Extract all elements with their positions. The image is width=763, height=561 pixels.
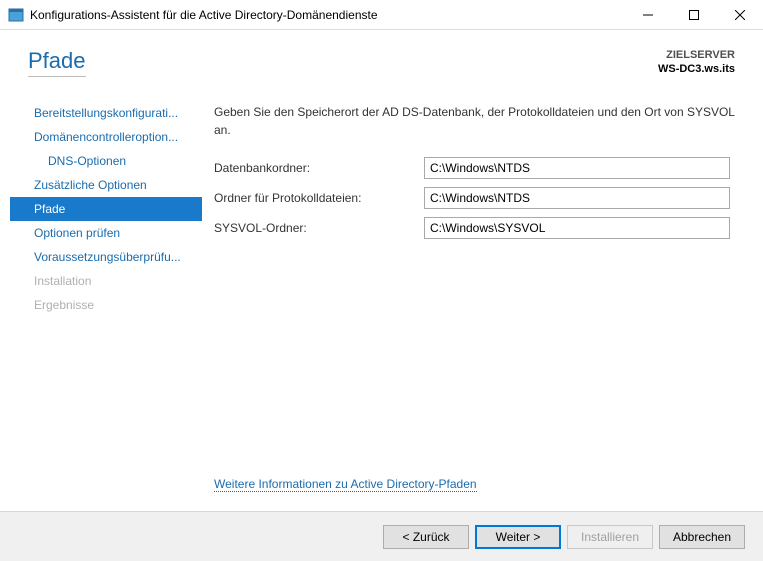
install-button[interactable]: Installieren bbox=[567, 525, 653, 549]
target-server-block: ZIELSERVER WS-DC3.ws.its bbox=[658, 48, 735, 77]
app-icon bbox=[8, 7, 24, 23]
cancel-button[interactable]: Abbrechen bbox=[659, 525, 745, 549]
target-server-label: ZIELSERVER bbox=[658, 48, 735, 62]
page-title: Pfade bbox=[28, 48, 86, 77]
content-panel: Geben Sie den Speicherort der AD DS-Date… bbox=[202, 95, 753, 511]
sidebar-item-5[interactable]: Optionen prüfen bbox=[10, 221, 202, 245]
intro-text: Geben Sie den Speicherort der AD DS-Date… bbox=[214, 103, 737, 139]
target-server-value: WS-DC3.ws.its bbox=[658, 62, 735, 76]
minimize-button[interactable] bbox=[625, 0, 671, 30]
path-input-0[interactable] bbox=[424, 157, 730, 179]
sidebar-item-1[interactable]: Domänencontrolleroption... bbox=[10, 125, 202, 149]
sidebar-item-2[interactable]: DNS-Optionen bbox=[10, 149, 202, 173]
sidebar-item-0[interactable]: Bereitstellungskonfigurati... bbox=[10, 101, 202, 125]
sidebar-item-7: Installation bbox=[10, 269, 202, 293]
more-info-link[interactable]: Weitere Informationen zu Active Director… bbox=[214, 477, 477, 492]
header: Pfade ZIELSERVER WS-DC3.ws.its bbox=[0, 30, 763, 85]
close-button[interactable] bbox=[717, 0, 763, 30]
path-rows: Datenbankordner: Ordner für Protokolldate… bbox=[214, 157, 737, 247]
path-input-1[interactable] bbox=[424, 187, 730, 209]
main-area: Bereitstellungskonfigurati...Domänencont… bbox=[0, 85, 763, 511]
path-label-0: Datenbankordner: bbox=[214, 161, 424, 175]
sidebar-item-8: Ergebnisse bbox=[10, 293, 202, 317]
titlebar: Konfigurations-Assistent für die Active … bbox=[0, 0, 763, 30]
sidebar-item-4[interactable]: Pfade bbox=[10, 197, 202, 221]
path-input-2[interactable] bbox=[424, 217, 730, 239]
wizard-sidebar: Bereitstellungskonfigurati...Domänencont… bbox=[10, 95, 202, 511]
path-label-2: SYSVOL-Ordner: bbox=[214, 221, 424, 235]
next-button[interactable]: Weiter > bbox=[475, 525, 561, 549]
more-info-row: Weitere Informationen zu Active Director… bbox=[214, 477, 737, 511]
sidebar-item-3[interactable]: Zusätzliche Optionen bbox=[10, 173, 202, 197]
path-row-0: Datenbankordner: bbox=[214, 157, 737, 179]
sidebar-item-6[interactable]: Voraussetzungsüberprüfu... bbox=[10, 245, 202, 269]
window-controls bbox=[625, 0, 763, 29]
footer-buttons: < Zurück Weiter > Installieren Abbrechen bbox=[0, 511, 763, 561]
path-row-2: SYSVOL-Ordner: bbox=[214, 217, 737, 239]
window-title: Konfigurations-Assistent für die Active … bbox=[30, 8, 625, 22]
path-row-1: Ordner für Protokolldateien: bbox=[214, 187, 737, 209]
path-label-1: Ordner für Protokolldateien: bbox=[214, 191, 424, 205]
back-button[interactable]: < Zurück bbox=[383, 525, 469, 549]
maximize-button[interactable] bbox=[671, 0, 717, 30]
